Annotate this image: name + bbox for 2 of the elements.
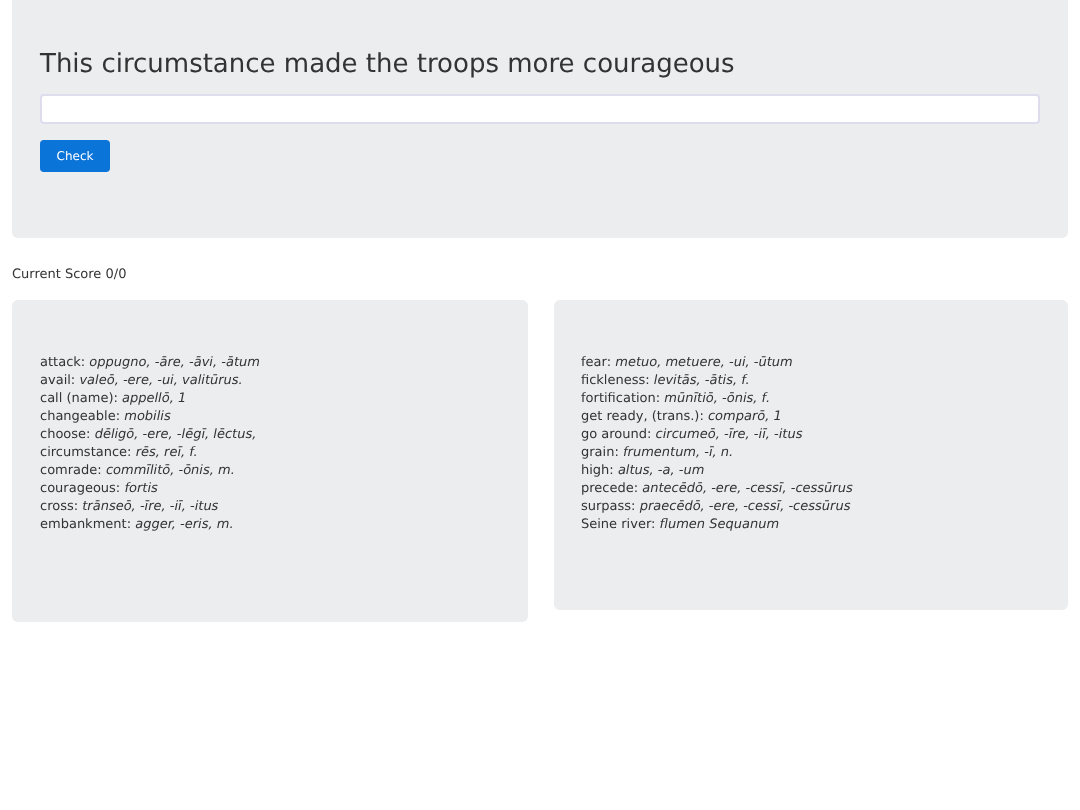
answer-field[interactable] <box>40 94 1040 124</box>
question-text: This circumstance made the troops more courageous <box>40 50 737 82</box>
